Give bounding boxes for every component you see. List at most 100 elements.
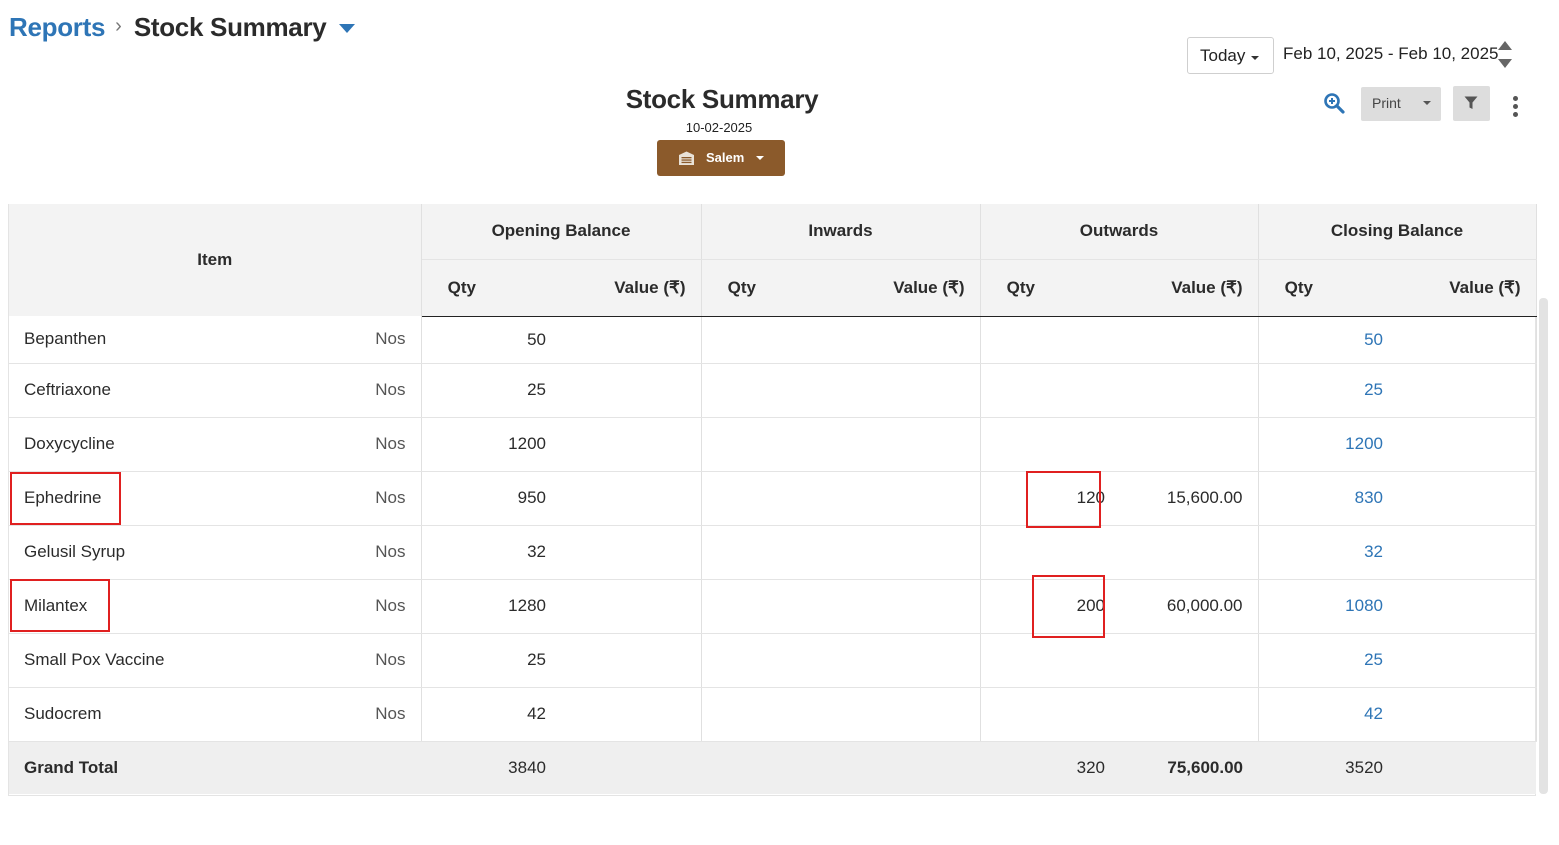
- table-row: Bepanthen Nos 50 50: [9, 316, 1537, 364]
- closing-value-cell: [1398, 417, 1537, 472]
- warehouse-icon: [679, 151, 694, 165]
- closing-value-cell: [1398, 363, 1537, 418]
- inwards-qty-cell: [701, 316, 841, 364]
- period-select-value: Today: [1200, 45, 1246, 65]
- column-group-inwards: Inwards: [701, 204, 981, 260]
- grand-total-unit: [339, 741, 421, 794]
- item-name: Small Pox Vaccine: [9, 633, 339, 688]
- opening-value-cell: [561, 525, 702, 580]
- closing-qty-cell[interactable]: 830: [1258, 471, 1398, 526]
- total-inwards-qty-cell: [701, 741, 841, 794]
- item-name: Ephedrine: [9, 471, 339, 526]
- arrow-up-icon[interactable]: [1498, 41, 1512, 50]
- opening-value-cell: [561, 633, 702, 688]
- vertical-scrollbar[interactable]: [1539, 298, 1548, 794]
- inwards-qty-cell: [701, 417, 841, 472]
- opening-qty-cell: 25: [421, 363, 561, 418]
- chevron-down-icon: [1251, 56, 1259, 60]
- total-opening-value-cell: [561, 741, 701, 794]
- kebab-dot-icon: [1513, 96, 1518, 101]
- inwards-qty-cell: [701, 633, 841, 688]
- column-header-qty: Qty: [980, 259, 1120, 317]
- closing-value-cell: [1398, 316, 1537, 364]
- report-switcher-caret-icon[interactable]: [339, 23, 356, 33]
- inwards-qty-cell: [701, 471, 841, 526]
- zoom-in-icon[interactable]: [1323, 92, 1345, 114]
- arrow-down-icon[interactable]: [1498, 59, 1512, 68]
- closing-qty-cell[interactable]: 25: [1258, 363, 1398, 418]
- item-unit: Nos: [339, 417, 422, 472]
- grand-total-row: Grand Total 3840 320 75,600.00 3520: [9, 741, 1537, 794]
- inwards-qty-cell: [701, 579, 841, 634]
- column-group-outwards: Outwards: [980, 204, 1259, 260]
- outwards-qty-cell: [980, 316, 1120, 364]
- inwards-qty-cell: [701, 525, 841, 580]
- chevron-down-icon: [756, 156, 764, 160]
- item-name: Sudocrem: [9, 687, 339, 742]
- outwards-value-cell: [1120, 417, 1259, 472]
- more-options-button[interactable]: [1508, 94, 1524, 120]
- opening-qty-cell: 32: [421, 525, 561, 580]
- opening-qty-cell: 42: [421, 687, 561, 742]
- opening-qty-cell: 50: [421, 316, 561, 364]
- closing-qty-cell[interactable]: 50: [1258, 316, 1398, 364]
- outwards-value-cell: [1120, 525, 1259, 580]
- opening-value-cell: [561, 687, 702, 742]
- chevron-down-icon[interactable]: [1423, 101, 1431, 105]
- total-closing-value-cell: [1398, 741, 1537, 794]
- closing-qty-cell[interactable]: 1080: [1258, 579, 1398, 634]
- item-unit: Nos: [339, 316, 422, 364]
- item-name: Gelusil Syrup: [9, 525, 339, 580]
- outwards-value-cell: [1120, 687, 1259, 742]
- opening-qty-cell: 1200: [421, 417, 561, 472]
- opening-value-cell: [561, 363, 702, 418]
- closing-qty-cell[interactable]: 25: [1258, 633, 1398, 688]
- inwards-value-cell: [841, 579, 981, 634]
- opening-value-cell: [561, 471, 702, 526]
- outwards-qty-cell: [980, 363, 1120, 418]
- inwards-value-cell: [841, 687, 981, 742]
- branch-select-button[interactable]: Salem: [657, 140, 785, 176]
- column-header-value: Value (₹): [561, 259, 702, 317]
- table-row: Ephedrine Nos 950 120 15,600.00 830: [9, 471, 1537, 526]
- breadcrumb-reports-link[interactable]: Reports: [9, 12, 105, 43]
- date-range-display[interactable]: Feb 10, 2025 - Feb 10, 2025: [1283, 44, 1499, 64]
- item-unit: Nos: [339, 525, 422, 580]
- closing-qty-cell[interactable]: 1200: [1258, 417, 1398, 472]
- table-row: Ceftriaxone Nos 25 25: [9, 363, 1537, 418]
- outwards-qty-cell: [980, 417, 1120, 472]
- print-label: Print: [1372, 95, 1401, 111]
- table-row: Milantex Nos 1280 200 60,000.00 1080: [9, 579, 1537, 634]
- print-button[interactable]: Print: [1361, 87, 1441, 121]
- item-unit: Nos: [339, 471, 422, 526]
- column-header-qty: Qty: [421, 259, 561, 317]
- outwards-qty-cell: [980, 525, 1120, 580]
- table-row: Gelusil Syrup Nos 32 32: [9, 525, 1537, 580]
- inwards-value-cell: [841, 316, 981, 364]
- column-header-value: Value (₹): [1120, 259, 1259, 317]
- closing-value-cell: [1398, 471, 1537, 526]
- outwards-value-cell: 60,000.00: [1120, 579, 1259, 634]
- outwards-qty-cell: [980, 687, 1120, 742]
- outwards-qty-cell: [980, 633, 1120, 688]
- inwards-qty-cell: [701, 687, 841, 742]
- kebab-dot-icon: [1513, 112, 1518, 117]
- inwards-value-cell: [841, 633, 981, 688]
- column-group-opening-balance: Opening Balance: [421, 204, 702, 260]
- closing-qty-cell[interactable]: 42: [1258, 687, 1398, 742]
- grand-total-label: Grand Total: [9, 741, 339, 794]
- item-unit: Nos: [339, 687, 422, 742]
- period-select[interactable]: Today: [1187, 37, 1274, 74]
- opening-value-cell: [561, 316, 702, 364]
- outwards-qty-cell: 200: [980, 579, 1120, 634]
- opening-qty-cell: 1280: [421, 579, 561, 634]
- column-header-qty: Qty: [701, 259, 841, 317]
- column-header-value: Value (₹): [841, 259, 981, 317]
- filter-button[interactable]: [1453, 86, 1490, 121]
- closing-qty-cell[interactable]: 32: [1258, 525, 1398, 580]
- opening-value-cell: [561, 579, 702, 634]
- item-unit: Nos: [339, 579, 422, 634]
- date-range-spinner[interactable]: [1496, 40, 1514, 70]
- column-header-qty: Qty: [1258, 259, 1398, 317]
- filter-icon: [1464, 96, 1478, 109]
